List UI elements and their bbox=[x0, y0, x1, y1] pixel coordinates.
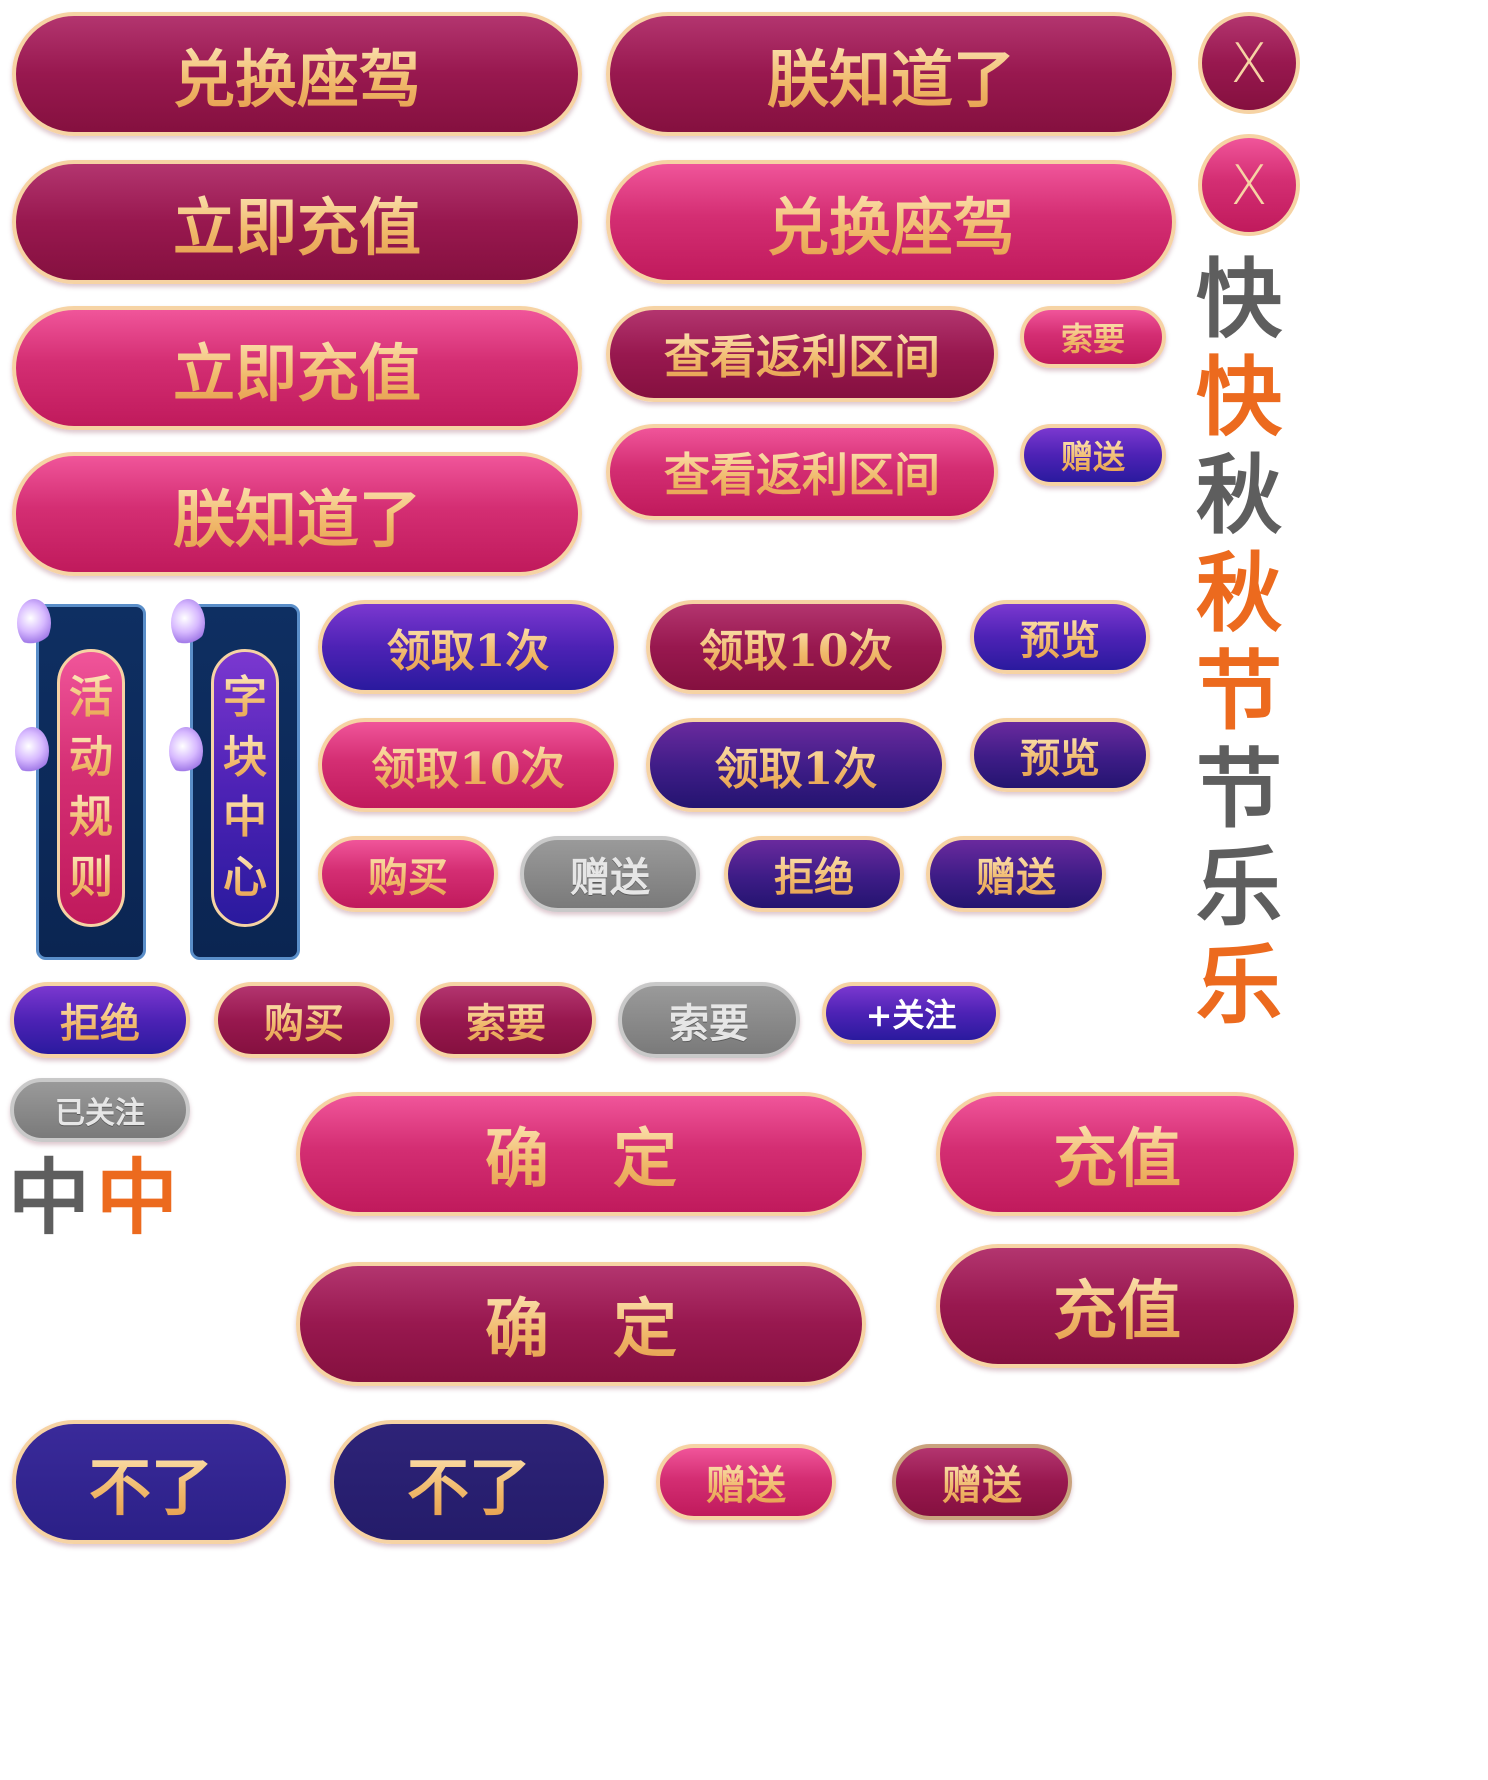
button-label: 确 定 bbox=[485, 1278, 677, 1370]
preview-button-dark[interactable]: 预览 bbox=[970, 718, 1150, 792]
view-rebate-button-dark[interactable]: 查看返利区间 bbox=[606, 306, 998, 402]
button-label: 立即充值 bbox=[173, 177, 421, 267]
button-label: 赠送 bbox=[706, 1453, 786, 1511]
calligraphy-char-orange: 中 bbox=[96, 1150, 179, 1246]
claim-ten-button-dark[interactable]: 领取10次 bbox=[646, 600, 946, 694]
close-icon[interactable]: X bbox=[1198, 12, 1300, 114]
button-label: 充值 bbox=[1053, 1108, 1181, 1200]
button-label: 查看返利区间 bbox=[664, 439, 940, 505]
button-label: +关注 bbox=[865, 996, 957, 1034]
ask-button-dark[interactable]: 索要 bbox=[416, 982, 596, 1058]
got-it-button-dark[interactable]: 朕知道了 bbox=[606, 12, 1176, 136]
decline-button-light[interactable]: 不了 bbox=[12, 1420, 290, 1544]
calligraphy-char: 节 bbox=[1196, 641, 1282, 742]
button-label: 朕知道了 bbox=[173, 469, 421, 559]
banner-label-pill: 字 块 中 心 bbox=[211, 649, 279, 927]
button-label: 确 定 bbox=[485, 1108, 677, 1200]
calligraphy-char: 节 bbox=[1196, 739, 1282, 840]
followed-button[interactable]: 已关注 bbox=[10, 1078, 190, 1142]
button-label: 兑换座驾 bbox=[767, 177, 1015, 267]
refuse-button-light[interactable]: 拒绝 bbox=[10, 982, 190, 1058]
button-label: 查看返利区间 bbox=[664, 321, 940, 387]
button-label: 领取1次 bbox=[387, 615, 550, 679]
button-label: 购买 bbox=[368, 845, 448, 903]
calligraphy-char: 秋 bbox=[1196, 445, 1282, 546]
button-label: 领取10次 bbox=[371, 733, 564, 797]
close-glyph: X bbox=[1230, 153, 1268, 217]
view-rebate-button-light[interactable]: 查看返利区间 bbox=[606, 424, 998, 520]
gift-button-small[interactable]: 赠送 bbox=[1020, 424, 1166, 486]
gift-button[interactable]: 赠送 bbox=[926, 836, 1106, 912]
banner-char: 动 bbox=[69, 728, 113, 788]
charge-button-light[interactable]: 充值 bbox=[936, 1092, 1298, 1216]
preview-button[interactable]: 预览 bbox=[970, 600, 1150, 674]
banner-char: 字 bbox=[223, 668, 267, 728]
claim-once-button-dark[interactable]: 领取1次 bbox=[646, 718, 946, 812]
cloud-ornament-icon bbox=[17, 599, 51, 647]
button-label: 赠送 bbox=[942, 1453, 1022, 1511]
calligraphy-char-grey: 中 bbox=[8, 1150, 91, 1246]
activity-rules-banner[interactable]: 活 动 规 则 bbox=[15, 599, 146, 960]
confirm-button-light[interactable]: 确 定 bbox=[296, 1092, 866, 1216]
calligraphy-char: 乐 bbox=[1196, 935, 1282, 1036]
button-label: 充值 bbox=[1053, 1260, 1181, 1352]
button-label: 已关注 bbox=[55, 1096, 145, 1131]
button-label: 索要 bbox=[1061, 314, 1125, 360]
refuse-button[interactable]: 拒绝 bbox=[724, 836, 904, 912]
button-label: 拒绝 bbox=[774, 845, 854, 903]
confirm-button-dark[interactable]: 确 定 bbox=[296, 1262, 866, 1386]
banner-char: 活 bbox=[69, 668, 113, 728]
calligraphy-column: 快 快 秋 秋 节 节 乐 乐 bbox=[1196, 252, 1288, 1052]
button-label: 领取10次 bbox=[699, 615, 892, 679]
button-label: 赠送 bbox=[976, 845, 1056, 903]
recharge-button-dark[interactable]: 立即充值 bbox=[12, 160, 582, 284]
button-label: 拒绝 bbox=[60, 991, 140, 1049]
gift-button-pink[interactable]: 赠送 bbox=[656, 1444, 836, 1520]
exchange-ride-button-light[interactable]: 兑换座驾 bbox=[606, 160, 1176, 284]
button-label: 朕知道了 bbox=[767, 29, 1015, 119]
button-label: 赠送 bbox=[570, 854, 650, 901]
button-label: 立即充值 bbox=[173, 323, 421, 413]
banner-char: 则 bbox=[69, 848, 113, 908]
banner-char: 规 bbox=[69, 788, 113, 848]
close-icon[interactable]: X bbox=[1198, 134, 1300, 236]
banner-char: 块 bbox=[223, 728, 267, 788]
follow-button[interactable]: +关注 bbox=[822, 982, 1000, 1044]
button-label: 不了 bbox=[89, 1437, 213, 1527]
button-label: 索要 bbox=[466, 991, 546, 1049]
button-label: 预览 bbox=[1020, 608, 1100, 666]
cloud-ornament-icon bbox=[171, 599, 205, 647]
gift-button-dark[interactable]: 赠送 bbox=[892, 1444, 1072, 1520]
banner-char: 中 bbox=[223, 788, 267, 848]
buy-button-dark[interactable]: 购买 bbox=[214, 982, 394, 1058]
block-center-banner[interactable]: 字 块 中 心 bbox=[169, 599, 300, 960]
decline-button-dark[interactable]: 不了 bbox=[330, 1420, 608, 1544]
claim-once-button[interactable]: 领取1次 bbox=[318, 600, 618, 694]
banner-char: 心 bbox=[223, 848, 267, 908]
banner-label-pill: 活 动 规 则 bbox=[57, 649, 125, 927]
calligraphy-char: 快 bbox=[1196, 347, 1282, 448]
button-label: 不了 bbox=[407, 1437, 531, 1527]
calligraphy-char: 乐 bbox=[1196, 837, 1282, 938]
exchange-ride-button-dark[interactable]: 兑换座驾 bbox=[12, 12, 582, 136]
button-label: 赠送 bbox=[1061, 432, 1125, 478]
button-label: 预览 bbox=[1020, 726, 1100, 784]
buy-button[interactable]: 购买 bbox=[318, 836, 498, 912]
ask-button-disabled[interactable]: 索要 bbox=[618, 982, 800, 1058]
cloud-ornament-icon bbox=[15, 727, 49, 775]
got-it-button-light[interactable]: 朕知道了 bbox=[12, 452, 582, 576]
recharge-button-light[interactable]: 立即充值 bbox=[12, 306, 582, 430]
cloud-ornament-icon bbox=[169, 727, 203, 775]
charge-button-dark[interactable]: 充值 bbox=[936, 1244, 1298, 1368]
close-glyph: X bbox=[1230, 31, 1268, 95]
claim-ten-button-light[interactable]: 领取10次 bbox=[318, 718, 618, 812]
ask-button-small[interactable]: 索要 bbox=[1020, 306, 1166, 368]
button-label: 兑换座驾 bbox=[173, 29, 421, 119]
button-label: 购买 bbox=[264, 991, 344, 1049]
gift-button-disabled[interactable]: 赠送 bbox=[520, 836, 700, 912]
calligraphy-char: 秋 bbox=[1196, 543, 1282, 644]
button-label: 索要 bbox=[669, 1000, 749, 1047]
calligraphy-char: 快 bbox=[1196, 249, 1282, 350]
button-label: 领取1次 bbox=[715, 733, 878, 797]
